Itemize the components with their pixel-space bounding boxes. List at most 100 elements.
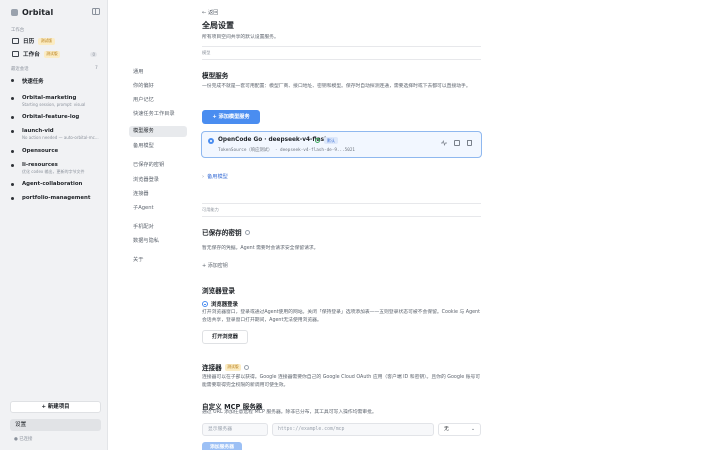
add-model-service-button[interactable]: + 添加模型服务 bbox=[202, 110, 260, 124]
nav-item-phone-pairing[interactable]: 手机配对 bbox=[129, 222, 187, 233]
nav-item-memory[interactable]: 用户记忆 bbox=[129, 95, 187, 106]
provider-card[interactable]: OpenCode Go · deepseek-v4-flash 默认 Token… bbox=[201, 131, 482, 158]
nav-item-browser-login[interactable]: 浏览器登录 bbox=[129, 175, 187, 186]
chevron-right-icon: › bbox=[202, 174, 205, 180]
beta-badge: 测试版 bbox=[224, 363, 242, 371]
session-dot-icon bbox=[11, 197, 14, 200]
backup-models-toggle[interactable]: › 备用模型 bbox=[202, 173, 228, 180]
divider bbox=[202, 59, 481, 60]
edit-icon[interactable] bbox=[454, 140, 460, 146]
nav-item-general[interactable]: 通用 bbox=[129, 67, 187, 78]
sidebar-item-workbench[interactable]: 工作台 测试版 0 bbox=[10, 49, 100, 59]
session-title: Ii-resources bbox=[22, 162, 58, 168]
divider bbox=[202, 203, 481, 204]
sessions-section-label: 最近会话 bbox=[11, 67, 29, 72]
page-description: 所有项目空间共享的默认设置服务。 bbox=[202, 35, 279, 40]
mcp-url-input[interactable]: https://example.com/mcp bbox=[272, 423, 434, 436]
browser-login-title: 浏览器登录 bbox=[202, 285, 235, 295]
provider-meta: TokenSource（响应测试） · deepseek-v4-flash-de… bbox=[218, 148, 356, 153]
workbench-icon bbox=[12, 51, 19, 57]
connection-status: ● 已连接 bbox=[14, 437, 33, 442]
radio-selected-icon[interactable] bbox=[208, 138, 214, 144]
section-title-text: 连接器 bbox=[202, 364, 222, 372]
back-link[interactable]: ← 返回 bbox=[202, 9, 218, 16]
session-title: 快速任务 bbox=[22, 79, 44, 85]
session-subtitle: No action needed — auto-orbital-mc... bbox=[22, 135, 99, 140]
nav-item-subagent[interactable]: 子Agent bbox=[129, 203, 187, 214]
info-icon[interactable] bbox=[244, 229, 250, 235]
sidebar: Orbital 工作台 日历 测试版 工作台 测试版 0 最近会话 7 快速任务… bbox=[0, 0, 108, 450]
connectors-desc: 连接器可以在子部以获得。Google 连接器需要你自己的 Google Clou… bbox=[202, 375, 481, 388]
add-key-link[interactable]: + 添加密钥 bbox=[202, 262, 228, 269]
sidebar-item-calendar[interactable]: 日历 测试版 bbox=[10, 36, 100, 46]
sidebar-item-label: 日历 bbox=[23, 39, 35, 45]
orbital-logo-icon bbox=[11, 9, 18, 16]
section-title-text: 模型服务 bbox=[202, 72, 229, 80]
session-dot-icon bbox=[11, 130, 14, 133]
session-title: Opensource bbox=[22, 148, 59, 154]
session-dot-icon bbox=[11, 164, 14, 167]
subtitle-text: 浏览器登录 bbox=[211, 302, 238, 308]
globe-icon bbox=[202, 301, 208, 307]
add-server-button[interactable]: 添加服务器 bbox=[202, 442, 242, 450]
session-title: Orbital-marketing bbox=[22, 95, 77, 101]
session-title: Orbital-feature-log bbox=[22, 114, 80, 120]
divider bbox=[202, 46, 481, 47]
nav-item-saved-keys[interactable]: 已保存的密钥 bbox=[129, 160, 187, 171]
session-dot-icon bbox=[11, 150, 14, 153]
beta-badge: 测试版 bbox=[38, 37, 55, 45]
session-title: portfolio-management bbox=[22, 195, 91, 201]
section-title-text: 浏览器登录 bbox=[202, 287, 235, 295]
session-title: Agent-collaboration bbox=[22, 181, 83, 187]
info-icon[interactable] bbox=[244, 364, 250, 370]
backup-link-label: 备用模型 bbox=[207, 174, 228, 180]
nav-item-about[interactable]: 关于 bbox=[129, 255, 187, 266]
provider-name: OpenCode Go · deepseek-v4-flash bbox=[218, 137, 329, 143]
session-dot-icon bbox=[11, 116, 14, 119]
browser-login-desc: 打开浏览器窗口，登录或通过Agent使用的网站。关闭「保持登录」选项添加表——五… bbox=[202, 310, 480, 323]
saved-keys-desc: 暂无保存的凭据。Agent 需要时会请求安全保留请求。 bbox=[202, 246, 319, 251]
divider bbox=[202, 216, 481, 217]
browser-login-subtitle: 浏览器登录 bbox=[202, 300, 238, 308]
nav-item-connectors[interactable]: 连接器 bbox=[129, 189, 187, 200]
nav-item-preferences[interactable]: 你的偏好 bbox=[129, 81, 187, 92]
beta-badge: 测试版 bbox=[43, 50, 61, 58]
section-title-text: 已保存的密钥 bbox=[202, 229, 242, 237]
saved-keys-title: 已保存的密钥 bbox=[202, 227, 250, 237]
activity-icon[interactable] bbox=[441, 140, 447, 146]
chevron-down-icon: ⌄ bbox=[470, 427, 475, 432]
nav-item-quick-task-dir[interactable]: 快速任务工作目录 bbox=[129, 109, 187, 120]
session-dot-icon bbox=[11, 97, 14, 100]
session-dot-icon bbox=[11, 79, 14, 82]
app-name: Orbital bbox=[22, 8, 54, 17]
page-title: 全局设置 bbox=[202, 21, 234, 30]
new-project-button[interactable]: + 新建项目 bbox=[10, 401, 101, 413]
nav-item-backup-models[interactable]: 备用模型 bbox=[129, 141, 187, 152]
workspace-section-label: 工作台 bbox=[11, 28, 25, 33]
model-services-desc: 一份完成不就是一套可用配置：模型厂商、接口地址、密钥和模型。保存时自动探测连通，… bbox=[202, 84, 471, 89]
nav-item-model-services[interactable]: 模型服务 bbox=[129, 126, 187, 137]
open-browser-button[interactable]: 打开浏览器 bbox=[202, 330, 248, 344]
sessions-count: 7 bbox=[95, 66, 98, 71]
session-subtitle: Starting session, prompt: visual bbox=[22, 102, 86, 107]
model-services-title: 模型服务 bbox=[202, 70, 228, 80]
default-badge: 默认 bbox=[324, 137, 338, 144]
sidebar-item-label: 工作台 bbox=[23, 52, 40, 58]
connectors-title: 连接器 测试版 bbox=[202, 362, 250, 372]
session-dot-icon bbox=[11, 183, 14, 186]
mcp-name-input[interactable]: 显示服务器 bbox=[202, 423, 268, 436]
sidebar-collapse-icon[interactable] bbox=[92, 8, 100, 15]
session-subtitle: 优化 codex 输出，更新的字节文件 bbox=[22, 169, 85, 174]
count-badge: 0 bbox=[90, 51, 97, 57]
mcp-desc: 通过 URL 添加任意远程 MCP 服务器。除非已分布，其工具可写入操作均需审批… bbox=[202, 410, 377, 415]
check-circle-icon bbox=[315, 138, 320, 143]
session-title: launch-vid bbox=[22, 128, 54, 134]
nav-item-data-privacy[interactable]: 数据与隐私 bbox=[129, 236, 187, 247]
group-label-model: 模型 bbox=[202, 50, 211, 55]
sidebar-item-settings[interactable]: 设置 bbox=[10, 419, 101, 431]
select-value: 无 bbox=[444, 427, 449, 432]
trash-icon[interactable] bbox=[467, 140, 472, 146]
mcp-auth-select[interactable]: 无 ⌄ bbox=[438, 423, 481, 436]
brand: Orbital bbox=[11, 8, 53, 17]
calendar-icon bbox=[12, 38, 19, 44]
